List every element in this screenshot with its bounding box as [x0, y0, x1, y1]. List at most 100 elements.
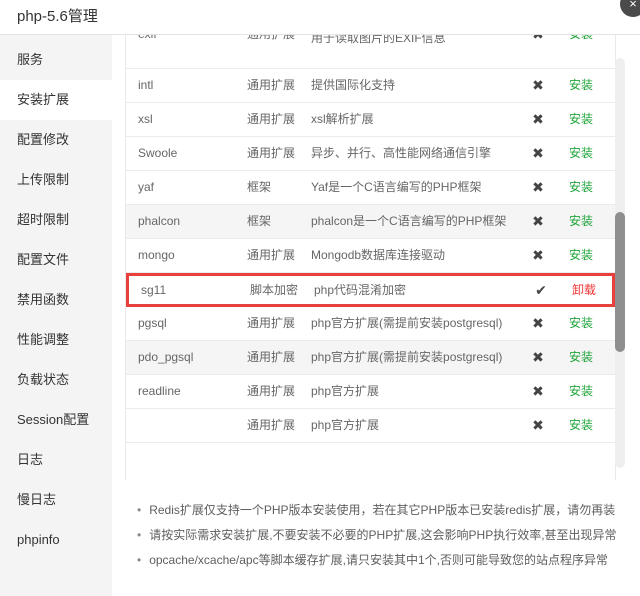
extension-row: xsl通用扩展xsl解析扩展✖ 安装	[126, 103, 615, 137]
extension-row: yaf框架Yaf是一个C语言编写的PHP框架✖安装	[126, 171, 615, 205]
sidebar-item-1[interactable]: 安装扩展	[0, 80, 112, 120]
install-link[interactable]: 安装	[569, 418, 593, 432]
sidebar-item-10[interactable]: 日志	[0, 440, 112, 480]
install-link[interactable]: 安装	[569, 78, 593, 92]
action-cell: 安装	[559, 247, 603, 264]
extension-name: intl	[126, 77, 247, 94]
extension-row: 通用扩展php官方扩展✖ 安装	[126, 409, 615, 443]
sidebar-item-5[interactable]: 配置文件	[0, 240, 112, 280]
extension-row: phalcon框架phalcon是一个C语言编写的PHP框架✖安装	[126, 205, 615, 239]
action-cell: 安装	[559, 179, 603, 196]
action-cell: 安装	[559, 111, 603, 128]
extension-desc: php官方扩展	[311, 413, 517, 438]
not-installed-x-icon: ✖	[517, 77, 559, 94]
extension-desc: xsl解析扩展	[311, 107, 517, 132]
extension-desc: 异步、并行、高性能网络通信引擎	[311, 141, 517, 166]
note-text: opcache/xcache/apc等脚本缓存扩展,请只安装其中1个,否则可能导…	[149, 548, 608, 573]
extension-type: 脚本加密	[250, 282, 314, 299]
sidebar-item-6[interactable]: 禁用函数	[0, 280, 112, 320]
action-cell: 安装	[559, 383, 603, 400]
not-installed-x-icon: ✖	[517, 111, 559, 128]
install-link[interactable]: 安装	[569, 350, 593, 364]
bullet-icon: •	[137, 498, 141, 523]
extension-desc: 提供国际化支持	[311, 73, 517, 98]
extension-name: pgsql	[126, 315, 247, 332]
notes-list: • Redis扩展仅支持一个PHP版本安装使用，若在其它PHP版本已安装redis…	[137, 498, 632, 573]
not-installed-x-icon: ✖	[517, 213, 559, 230]
extension-row: intl通用扩展提供国际化支持✖安装	[126, 69, 615, 103]
install-link[interactable]: 安装	[569, 146, 593, 160]
not-installed-x-icon: ✖	[517, 315, 559, 332]
sidebar-item-0[interactable]: 服务	[0, 40, 112, 80]
extension-desc: php代码混淆加密	[314, 278, 520, 303]
extension-type: 通用扩展	[247, 417, 311, 434]
window-titlebar: php-5.6管理	[0, 0, 640, 35]
sidebar-item-11[interactable]: 慢日志	[0, 480, 112, 520]
extension-row: pdo_pgsql通用扩展php官方扩展(需提前安装postgresql)✖安装	[126, 341, 615, 375]
action-cell: 安装	[559, 349, 603, 366]
extension-type: 通用扩展	[247, 145, 311, 162]
sidebar-item-3[interactable]: 上传限制	[0, 160, 112, 200]
extension-name: phalcon	[126, 213, 247, 230]
action-cell: 安装	[559, 145, 603, 162]
note-text: 请按实际需求安装扩展,不要安装不必要的PHP扩展,这会影响PHP执行效率,甚至出…	[149, 523, 616, 548]
install-link[interactable]: 安装	[569, 384, 593, 398]
extension-desc: Mongodb数据库连接驱动	[311, 243, 517, 268]
action-cell: 安装	[559, 315, 603, 332]
not-installed-x-icon: ✖	[517, 349, 559, 366]
extension-name: sg11	[129, 282, 250, 299]
extension-name: Swoole	[126, 145, 247, 162]
note-text: Redis扩展仅支持一个PHP版本安装使用，若在其它PHP版本已安装redis扩…	[149, 498, 615, 523]
install-link[interactable]: 安装	[569, 35, 593, 41]
not-installed-x-icon: ✖	[517, 417, 559, 434]
extension-type: 通用扩展	[247, 315, 311, 332]
install-link[interactable]: 安装	[569, 112, 593, 126]
not-installed-x-icon: ✖	[517, 145, 559, 162]
extension-name: readline	[126, 383, 247, 400]
note-item: • Redis扩展仅支持一个PHP版本安装使用，若在其它PHP版本已安装redis…	[137, 498, 632, 523]
sidebar-item-9[interactable]: Session配置	[0, 400, 112, 440]
action-cell: 安装	[559, 213, 603, 230]
sidebar-item-12[interactable]: phpinfo	[0, 520, 112, 560]
install-link[interactable]: 安装	[569, 316, 593, 330]
not-installed-x-icon: ✖	[517, 179, 559, 196]
sidebar: 服务安装扩展配置修改上传限制超时限制配置文件禁用函数性能调整负载状态Sessio…	[0, 35, 112, 596]
extension-desc: php官方扩展(需提前安装postgresql)	[311, 311, 517, 336]
scrollbar-thumb[interactable]	[615, 212, 625, 352]
bullet-icon: •	[137, 548, 141, 573]
extension-desc: Yaf是一个C语言编写的PHP框架	[311, 175, 517, 200]
uninstall-link[interactable]: 卸载	[572, 283, 596, 297]
extension-row: readline通用扩展php官方扩展✖安装	[126, 375, 615, 409]
install-link[interactable]: 安装	[569, 248, 593, 262]
extension-rows: exif通用扩展用于读取图片的EXIF信息✖安装intl通用扩展提供国际化支持✖…	[126, 35, 615, 443]
action-cell: 卸载	[562, 282, 606, 299]
extension-type: 通用扩展	[247, 111, 311, 128]
action-cell: 安装	[559, 77, 603, 94]
not-installed-x-icon: ✖	[517, 383, 559, 400]
sidebar-item-4[interactable]: 超时限制	[0, 200, 112, 240]
install-link[interactable]: 安装	[569, 214, 593, 228]
extension-row: Swoole通用扩展异步、并行、高性能网络通信引擎✖ 安装	[126, 137, 615, 171]
sidebar-item-2[interactable]: 配置修改	[0, 120, 112, 160]
sidebar-menu: 服务安装扩展配置修改上传限制超时限制配置文件禁用函数性能调整负载状态Sessio…	[0, 40, 112, 560]
extension-type: 通用扩展	[247, 35, 311, 43]
sidebar-item-7[interactable]: 性能调整	[0, 320, 112, 360]
note-item: • opcache/xcache/apc等脚本缓存扩展,请只安装其中1个,否则可能…	[137, 548, 632, 573]
extension-name: mongo	[126, 247, 247, 264]
sidebar-item-8[interactable]: 负载状态	[0, 360, 112, 400]
extension-desc: 用于读取图片的EXIF信息	[311, 35, 517, 51]
extension-name: exif	[126, 35, 247, 43]
extension-table: exif通用扩展用于读取图片的EXIF信息✖安装intl通用扩展提供国际化支持✖…	[125, 35, 616, 480]
not-installed-x-icon: ✖	[517, 35, 559, 43]
extension-name: xsl	[126, 111, 247, 128]
extension-name: pdo_pgsql	[126, 349, 247, 366]
bullet-icon: •	[137, 523, 141, 548]
action-cell: 安装	[559, 35, 603, 43]
extension-type: 框架	[247, 213, 311, 230]
not-installed-x-icon: ✖	[517, 247, 559, 264]
note-item: • 请按实际需求安装扩展,不要安装不必要的PHP扩展,这会影响PHP执行效率,甚至…	[137, 523, 632, 548]
extension-row: pgsql通用扩展php官方扩展(需提前安装postgresql)✖ 安装	[126, 307, 615, 341]
install-link[interactable]: 安装	[569, 180, 593, 194]
extension-type: 通用扩展	[247, 383, 311, 400]
page-title: php-5.6管理	[17, 0, 98, 34]
